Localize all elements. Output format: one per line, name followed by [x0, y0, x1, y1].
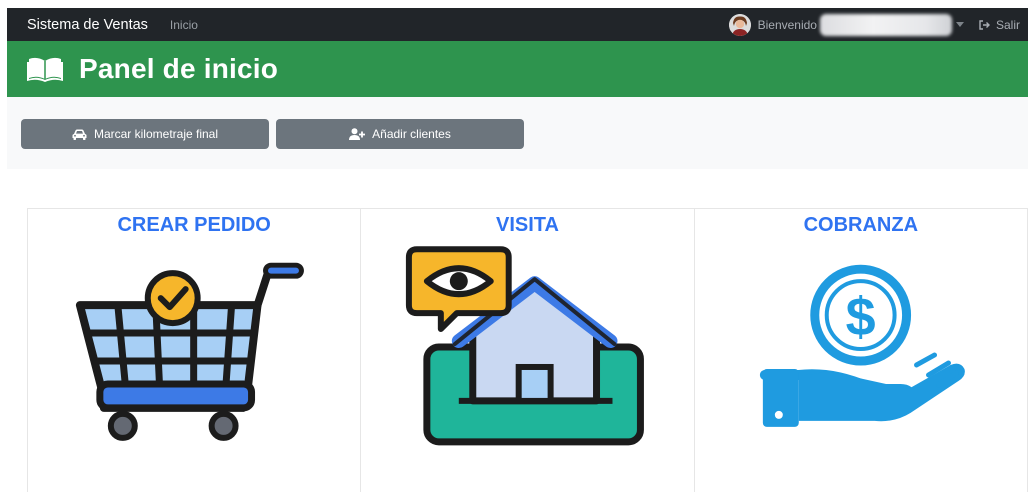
- nav-link-inicio[interactable]: Inicio: [170, 18, 198, 32]
- logout-label: Salir: [995, 17, 1020, 32]
- card-visita[interactable]: VISITA: [361, 209, 695, 492]
- card-title-crear-pedido[interactable]: CREAR PEDIDO: [28, 214, 360, 237]
- top-navbar: Sistema de Ventas Inicio Bienvenido Sali…: [7, 8, 1028, 41]
- chevron-down-icon[interactable]: [955, 22, 964, 27]
- avatar[interactable]: [728, 13, 751, 36]
- card-title-visita[interactable]: VISITA: [361, 214, 693, 237]
- hand-dollar-coin-icon[interactable]: $: [695, 243, 1027, 473]
- car-icon: [72, 129, 87, 140]
- user-menu: Bienvenido Salir: [728, 8, 1028, 41]
- username-redacted[interactable]: [819, 13, 952, 36]
- add-clients-label: Añadir clientes: [372, 127, 451, 141]
- svg-text:$: $: [845, 287, 875, 347]
- open-book-icon: [27, 56, 63, 82]
- add-clients-button[interactable]: Añadir clientes: [276, 119, 524, 149]
- user-plus-icon: [349, 128, 366, 140]
- welcome-text[interactable]: Bienvenido: [758, 18, 817, 32]
- modules-grid: CREAR PEDIDO VISITA COBRANZA $: [27, 208, 1028, 492]
- action-toolbar: Marcar kilometraje final Añadir clientes: [7, 97, 1028, 169]
- house-eye-icon[interactable]: [361, 243, 693, 473]
- page-header: Panel de inicio: [7, 41, 1028, 97]
- brand-link[interactable]: Sistema de Ventas: [27, 17, 148, 33]
- card-crear-pedido[interactable]: CREAR PEDIDO: [28, 209, 362, 492]
- card-cobranza[interactable]: COBRANZA $: [695, 209, 1027, 492]
- logout-link[interactable]: Salir: [979, 18, 1020, 32]
- mark-final-mileage-button[interactable]: Marcar kilometraje final: [21, 119, 269, 149]
- page-title: Panel de inicio: [79, 53, 279, 84]
- shopping-cart-check-icon[interactable]: [28, 243, 360, 473]
- logout-icon: [979, 19, 990, 30]
- mark-final-mileage-label: Marcar kilometraje final: [93, 127, 219, 141]
- card-title-cobranza[interactable]: COBRANZA: [695, 214, 1027, 237]
